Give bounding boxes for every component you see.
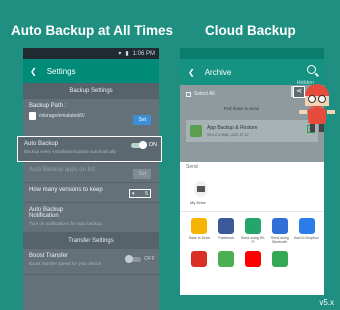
- boost-state: OFF: [144, 256, 155, 262]
- settings-toolbar: ❮ Settings: [23, 59, 159, 83]
- battery-icon: ▮: [125, 51, 129, 57]
- app-meta: V5.6.6 4.9MB | 2021.07.12: [207, 133, 249, 137]
- share-app-icon: [191, 251, 208, 267]
- share-target-label: Save to Drive: [188, 236, 211, 240]
- my-drive-label: My Drive: [190, 200, 206, 205]
- section-header-backup: Backup Settings: [23, 83, 159, 99]
- direct-share-row: My Drive: [180, 174, 324, 212]
- heading-auto-backup: Auto Backup at All Times: [11, 23, 174, 38]
- share-app-icon: [271, 218, 288, 234]
- select-all-label: Select All: [194, 91, 215, 97]
- share-target[interactable]: [266, 251, 293, 278]
- boost-toggle[interactable]: OFF: [125, 254, 155, 263]
- status-time: 1:06 PM: [132, 50, 155, 57]
- share-app-icon: [218, 251, 235, 267]
- share-target[interactable]: [213, 251, 240, 278]
- status-bar-right: [180, 48, 324, 59]
- share-app-icon: [271, 251, 288, 267]
- auto-backup-toggle[interactable]: ON: [130, 140, 157, 149]
- share-target[interactable]: Send using Bluetooth: [266, 218, 293, 245]
- backup-path-set-button[interactable]: Set: [133, 115, 151, 125]
- notification-subtitle: Turn on notifications for auto backup.: [29, 221, 103, 226]
- share-target[interactable]: [240, 251, 267, 278]
- notification-title-2: Notification: [29, 213, 59, 219]
- my-drive-target[interactable]: [194, 181, 208, 197]
- version-label: v5.x: [319, 298, 334, 307]
- share-target[interactable]: Send using Wi-Fi: [240, 218, 267, 245]
- settings-phone: ▾ ▮ 1:06 PM ❮ Settings Backup Settings B…: [23, 48, 159, 310]
- backup-path-label: Backup Path :: [29, 103, 67, 109]
- share-target[interactable]: Save to Drive: [186, 218, 213, 245]
- search-icon[interactable]: [307, 65, 316, 74]
- sd-card-icon: [29, 112, 36, 120]
- share-target-label: Send using Bluetooth: [270, 236, 289, 245]
- versions-value: 5: [145, 190, 148, 197]
- auto-backup-subtitle: Backup every installation/update automat…: [24, 149, 117, 154]
- share-target-label: Facebook: [218, 236, 235, 240]
- share-target-label: Send using Wi-Fi: [240, 236, 266, 245]
- archive-title: Archive: [204, 67, 232, 77]
- back-arrow-icon[interactable]: ❮: [30, 67, 37, 76]
- share-sheet: Send My Drive Save to Drive Facebook Send …: [180, 162, 324, 295]
- auto-backup-state: ON: [148, 142, 157, 148]
- select-all-checkbox[interactable]: [186, 91, 191, 97]
- app-name: App Backup & Restore: [207, 125, 258, 131]
- share-target[interactable]: Facebook: [213, 218, 240, 245]
- wifi-icon: ▾: [118, 51, 122, 57]
- share-app-icon: [191, 218, 208, 234]
- chevron-down-icon: ▾: [132, 190, 135, 197]
- share-app-icon: [218, 218, 235, 234]
- heading-cloud-backup: Cloud Backup: [205, 23, 296, 38]
- send-label: Send: [186, 164, 198, 170]
- versions-stepper[interactable]: ▾ 5: [129, 189, 151, 198]
- status-bar: ▾ ▮ 1:06 PM: [23, 48, 159, 59]
- back-arrow-icon[interactable]: ❮: [188, 68, 195, 77]
- auto-backup-apps-row: Auto Backup apps on list Set: [23, 163, 159, 183]
- share-app-icon: [298, 218, 315, 234]
- toolbar-title: Settings: [46, 66, 76, 76]
- auto-backup-apps-set-button: Set: [133, 169, 151, 179]
- notification-row[interactable]: Auto Backup Notification Turn on notific…: [23, 203, 159, 233]
- select-all[interactable]: Select All: [186, 91, 215, 97]
- section-header-transfer: Transfer Settings: [23, 233, 159, 249]
- backup-path-row[interactable]: Backup Path : /storage/emulated/0/ Set: [23, 99, 159, 137]
- share-app-icon: [244, 251, 261, 267]
- app-icon: [190, 125, 202, 137]
- share-app-icon: [244, 218, 261, 234]
- versions-row[interactable]: How many versions to keep ▾ 5: [23, 183, 159, 203]
- auto-backup-row[interactable]: Auto Backup Backup every installation/up…: [17, 136, 162, 162]
- share-app-grid: Save to Drive Facebook Send using Wi-Fi Sen…: [186, 218, 320, 278]
- pull-to-scan-hint: Pull down to scan: [224, 106, 260, 111]
- share-target[interactable]: [186, 251, 213, 278]
- boost-transfer-row[interactable]: Boost Transfer Boost transfer speed for …: [23, 249, 159, 275]
- folder-icon: [197, 186, 205, 192]
- backup-path-value: /storage/emulated/0/: [39, 113, 85, 119]
- share-target-label: Add to Dropbox: [294, 236, 320, 240]
- share-target[interactable]: Add to Dropbox: [293, 218, 320, 245]
- robot-mascot-illustration: [299, 84, 335, 132]
